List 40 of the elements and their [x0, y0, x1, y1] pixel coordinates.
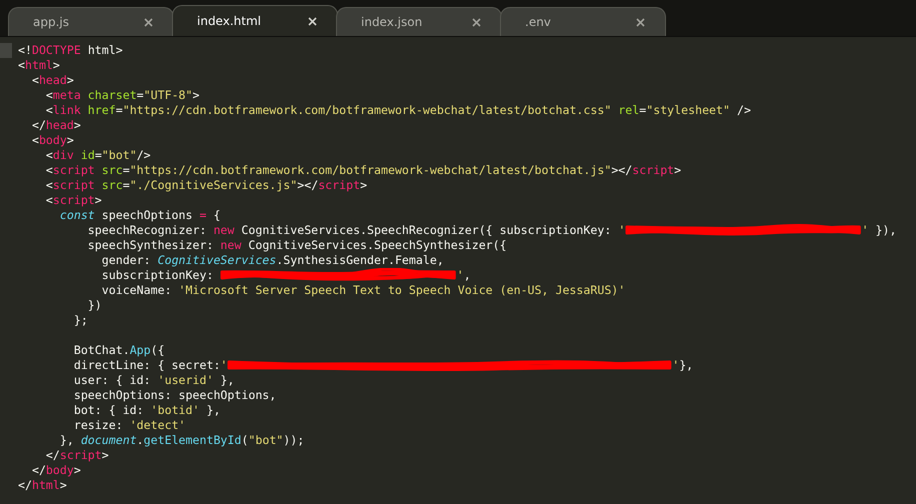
code-line: speechOptions: speechOptions,: [72, 388, 276, 403]
code-line: </head>: [30, 118, 81, 133]
code-line: gender: CognitiveServices.SynthesisGender.Female,: [100, 253, 444, 268]
close-icon[interactable]: [308, 16, 317, 26]
code-line: <html>: [18, 58, 60, 73]
code-line: </html>: [18, 478, 67, 493]
code-line: subscriptionKey:: [100, 268, 214, 283]
code-line: const speechOptions = {: [58, 208, 220, 223]
code-line: user: { id: 'userid' },: [72, 373, 234, 388]
code-line: <div id="bot"/>: [44, 148, 151, 163]
code-line: ',: [456, 268, 471, 283]
code-line: resize: 'detect': [72, 418, 186, 433]
code-line: };: [72, 313, 88, 328]
code-line: <script src="./CognitiveServices.js"></script>: [44, 178, 368, 193]
code-line: speechSynthesizer: new CognitiveServices.SpeechSynthesizer({: [86, 238, 507, 253]
code-line: </script>: [44, 448, 109, 463]
file-tab[interactable]: app.js: [8, 7, 174, 36]
code-line: speechRecognizer: new CognitiveServices.SpeechRecognizer({ subscriptionKey: ': [86, 223, 626, 238]
code-line: </body>: [30, 463, 81, 478]
close-icon[interactable]: [636, 18, 645, 26]
code-line: ' }),: [862, 223, 896, 238]
code-line: <!DOCTYPE html>: [18, 43, 123, 58]
code-line: directLine: { secret:': [72, 358, 228, 373]
code-line: <script>: [44, 193, 102, 208]
file-tab[interactable]: index.html: [172, 5, 338, 36]
code-line: BotChat.App({: [72, 343, 165, 358]
code-line: voiceName: 'Microsoft Server Speech Text to Speech Voice (en-US, JessaRUS)': [100, 283, 626, 298]
code-line: <head>: [30, 73, 74, 88]
code-line: '},: [672, 358, 694, 373]
code-line: bot: { id: 'botid' },: [72, 403, 220, 418]
code-line: <link href="https://cdn.botframework.com/botframework-webchat/latest/botchat.css" rel="stylesheet" />: [44, 103, 751, 118]
code-line: <meta charset="UTF-8">: [44, 88, 200, 103]
code-line: }, document.getElementById("bot"));: [58, 433, 304, 448]
code-line: }): [86, 298, 102, 313]
code-line: <body>: [30, 133, 74, 148]
file-tab[interactable]: index.json: [336, 7, 502, 36]
close-icon[interactable]: [144, 18, 153, 26]
close-icon[interactable]: [472, 18, 481, 26]
file-tab[interactable]: .env: [500, 7, 666, 36]
code-line: <script src="https://cdn.botframework.com/botframework-webchat/latest/botchat.js"></script>: [44, 163, 682, 178]
